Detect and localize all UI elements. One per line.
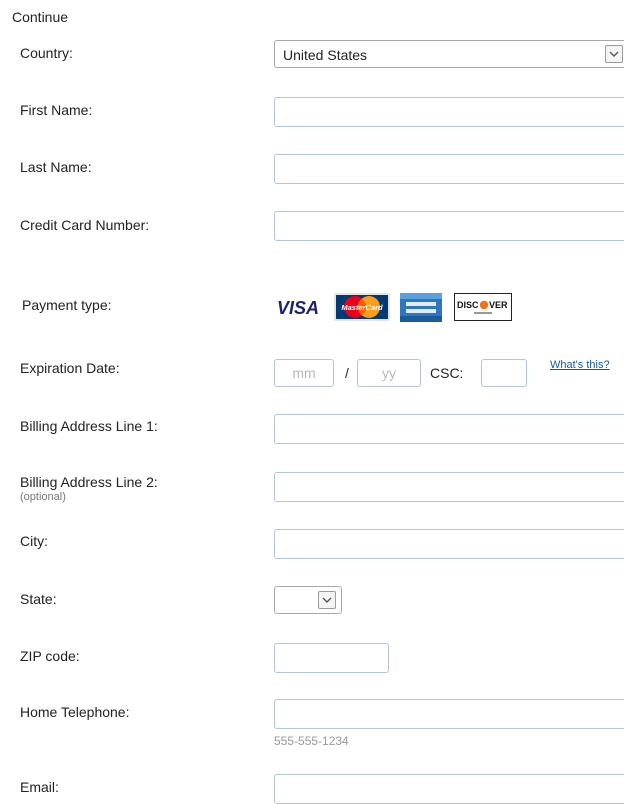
svg-text:MasterCard: MasterCard xyxy=(341,303,383,312)
optional-note: (optional) xyxy=(20,491,66,503)
address-line1-label: Billing Address Line 1: xyxy=(20,418,158,434)
whats-this-link[interactable]: What's this? xyxy=(550,359,610,371)
expiration-year-input[interactable]: yy xyxy=(357,359,421,387)
continue-title: Continue xyxy=(12,9,69,25)
zip-code-label: ZIP code: xyxy=(20,648,80,664)
state-label: State: xyxy=(20,591,57,607)
discover-logo: DISC VER xyxy=(454,290,512,324)
last-name-label: Last Name: xyxy=(20,159,92,175)
city-field[interactable] xyxy=(274,529,624,559)
expiration-separator: / xyxy=(345,365,349,381)
card-number-label: Credit Card Number: xyxy=(20,217,150,233)
telephone-format-hint: 555-555-1234 xyxy=(274,734,349,748)
country-select[interactable]: United States xyxy=(274,40,624,68)
email-field[interactable] xyxy=(274,774,624,804)
country-label: Country: xyxy=(20,45,73,61)
chevron-down-icon[interactable] xyxy=(605,45,623,63)
address-line2-label: Billing Address Line 2: xyxy=(20,474,158,490)
svg-text:DISC: DISC xyxy=(457,300,479,310)
home-telephone-field[interactable] xyxy=(274,699,624,729)
address-line1-field[interactable] xyxy=(274,414,624,444)
address-line2-field[interactable] xyxy=(274,472,624,502)
payment-type-label: Payment type: xyxy=(22,297,112,313)
email-label: Email: xyxy=(20,779,59,795)
home-telephone-label: Home Telephone: xyxy=(20,704,130,720)
csc-input[interactable] xyxy=(481,359,527,387)
zip-code-field[interactable] xyxy=(274,643,389,673)
country-select-value: United States xyxy=(283,47,368,63)
svg-text:VER: VER xyxy=(489,300,508,310)
expiration-month-input[interactable]: mm xyxy=(274,359,334,387)
csc-label: CSC: xyxy=(430,365,464,381)
first-name-field[interactable] xyxy=(274,97,624,127)
visa-wordmark: VISA xyxy=(277,298,319,318)
state-select[interactable] xyxy=(274,586,342,614)
first-name-label: First Name: xyxy=(20,102,93,118)
visa-logo: VISA xyxy=(276,290,324,324)
city-label: City: xyxy=(20,533,48,549)
amex-logo xyxy=(400,290,442,324)
card-number-field[interactable] xyxy=(274,211,624,241)
last-name-field[interactable] xyxy=(274,154,624,184)
chevron-down-icon[interactable] xyxy=(318,591,336,609)
expiration-date-label: Expiration Date: xyxy=(20,360,120,376)
mastercard-logo: MasterCard xyxy=(334,290,390,324)
